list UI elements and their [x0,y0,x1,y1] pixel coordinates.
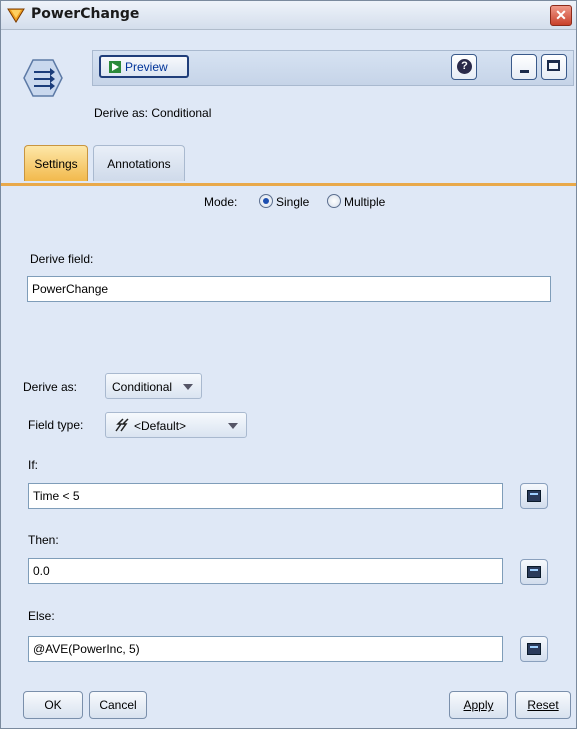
mode-multiple-label[interactable]: Multiple [344,195,385,209]
preview-label: Preview [125,60,168,74]
derive-node-dialog: PowerChange ✕ Preview ? Derive as: Condi… [0,0,577,729]
lightning-icon [115,418,129,432]
field-type-dropdown[interactable]: <Default> [105,412,247,438]
then-expression-input[interactable]: 0.0 [28,558,503,584]
mode-single-label[interactable]: Single [276,195,309,209]
derive-field-input[interactable]: PowerChange [27,276,551,302]
help-icon: ? [457,59,472,74]
mode-single-radio[interactable] [259,194,273,208]
play-table-icon [109,61,121,73]
apply-button[interactable]: Apply [449,691,508,719]
node-toolbar: Preview ? [92,50,574,86]
cancel-button[interactable]: Cancel [89,691,147,719]
minimize-button[interactable] [511,54,537,80]
minimize-icon [520,70,529,73]
if-condition-input[interactable]: Time < 5 [28,483,503,509]
node-header: Preview ? Derive as: Conditional [1,30,576,135]
else-expression-builder-button[interactable] [520,636,548,662]
calculator-icon [527,643,541,655]
derive-as-summary: Derive as: Conditional [94,106,212,120]
preview-button[interactable]: Preview [99,55,189,78]
else-expression-input[interactable]: @AVE(PowerInc, 5) [28,636,503,662]
ok-button[interactable]: OK [23,691,83,719]
field-type-label: Field type: [28,418,84,432]
derive-as-label: Derive as: [23,380,78,394]
settings-panel: Mode: Single Multiple Derive field: Powe… [1,186,576,676]
tab-bar: Settings Annotations [1,137,576,186]
title-bar[interactable]: PowerChange ✕ [1,1,576,30]
calculator-icon [527,566,541,578]
chevron-down-icon [228,423,238,429]
chevron-down-icon [183,384,193,390]
tab-settings[interactable]: Settings [24,145,88,181]
close-button[interactable]: ✕ [550,5,572,26]
derive-node-icon [23,59,63,97]
reset-button[interactable]: Reset [515,691,571,719]
derive-as-value: Conditional [112,380,173,394]
dialog-footer: OK Cancel Apply Reset [1,677,576,728]
derive-node-diamond-icon [7,8,25,23]
field-type-value: <Default> [134,419,187,433]
maximize-button[interactable] [541,54,567,80]
derive-field-label: Derive field: [30,252,94,266]
then-label: Then: [28,533,59,547]
calculator-icon [527,490,541,502]
if-expression-builder-button[interactable] [520,483,548,509]
then-expression-builder-button[interactable] [520,559,548,585]
close-icon: ✕ [555,7,567,23]
mode-label: Mode: [204,195,238,209]
maximize-icon [547,60,560,71]
else-label: Else: [28,609,55,623]
tab-annotations[interactable]: Annotations [93,145,185,181]
if-label: If: [28,458,39,472]
window-title: PowerChange [31,6,140,22]
mode-multiple-radio[interactable] [327,194,341,208]
derive-as-dropdown[interactable]: Conditional [105,373,202,399]
help-button[interactable]: ? [451,54,477,80]
